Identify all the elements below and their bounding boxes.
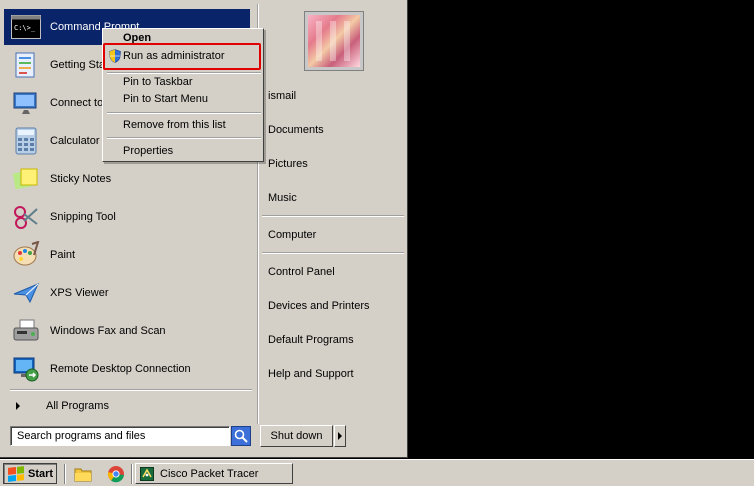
context-menu: Open Run as administrator Pin to Taskbar… (102, 28, 264, 162)
folder-icon[interactable] (74, 465, 92, 483)
place-help-support[interactable]: Help and Support (268, 368, 354, 380)
start-label: Start (28, 467, 54, 480)
menu-item-pin-to-taskbar[interactable]: Pin to Taskbar (123, 76, 193, 88)
user-picture[interactable] (304, 11, 364, 71)
menu-item-properties[interactable]: Properties (123, 145, 173, 157)
all-programs-button[interactable]: All Programs (10, 398, 250, 414)
arrow-right-icon (338, 432, 342, 440)
shutdown-button[interactable]: Shut down (260, 425, 333, 447)
command-prompt-icon: C:\>_ (10, 11, 42, 43)
program-item-fax-scan[interactable]: Windows Fax and Scan (4, 313, 250, 349)
svg-text:C:\>_: C:\>_ (14, 24, 36, 32)
place-documents[interactable]: Documents (268, 124, 324, 136)
arrow-right-icon (16, 402, 20, 410)
taskbar-item-label: Cisco Packet Tracer (160, 467, 259, 480)
menu-item-remove-from-list[interactable]: Remove from this list (123, 119, 226, 131)
program-label: Windows Fax and Scan (50, 325, 166, 337)
places-divider-1 (262, 215, 404, 217)
getting-started-icon (10, 49, 42, 81)
program-label: Snipping Tool (50, 211, 116, 223)
xps-viewer-icon (10, 277, 42, 309)
program-item-paint[interactable]: Paint (4, 237, 250, 273)
program-item-snipping-tool[interactable]: Snipping Tool (4, 199, 250, 235)
menu-item-pin-to-start-menu[interactable]: Pin to Start Menu (123, 93, 208, 105)
programs-divider (10, 389, 252, 391)
all-programs-label: All Programs (46, 400, 109, 412)
cisco-packet-tracer-icon (140, 466, 154, 481)
calculator-icon (10, 125, 42, 157)
shutdown-options-button[interactable] (334, 425, 346, 447)
uac-shield-icon (109, 49, 121, 63)
sticky-notes-icon (10, 163, 42, 195)
search-button[interactable] (231, 426, 251, 446)
paint-palette-icon (10, 239, 42, 271)
program-label: Remote Desktop Connection (50, 363, 191, 375)
fax-icon (10, 315, 42, 347)
place-music[interactable]: Music (268, 192, 297, 204)
places-divider-2 (262, 252, 404, 254)
place-user-folder[interactable]: ismail (268, 90, 296, 102)
taskbar: Start Cisco Packet Tracer (0, 459, 754, 486)
place-pictures[interactable]: Pictures (268, 158, 308, 170)
place-default-programs[interactable]: Default Programs (268, 334, 354, 346)
menu-item-run-as-administrator[interactable]: Run as administrator (123, 50, 225, 62)
windows-flag-icon (8, 465, 24, 482)
program-item-xps-viewer[interactable]: XPS Viewer (4, 275, 250, 311)
menu-separator (107, 72, 261, 74)
program-label: XPS Viewer (50, 287, 109, 299)
program-label: Sticky Notes (50, 173, 112, 185)
remote-desktop-icon (10, 353, 42, 385)
taskbar-separator (131, 464, 133, 484)
search-input[interactable]: Search programs and files (10, 426, 230, 446)
menu-separator (107, 112, 261, 114)
search-icon (234, 429, 248, 443)
start-button[interactable]: Start (3, 463, 57, 484)
menu-separator (107, 137, 261, 139)
chrome-icon[interactable] (107, 465, 125, 483)
scissors-icon (10, 201, 42, 233)
program-item-remote-desktop[interactable]: Remote Desktop Connection (4, 351, 250, 387)
program-label: Paint (50, 249, 76, 261)
taskbar-item-cisco-packet-tracer[interactable]: Cisco Packet Tracer (135, 463, 293, 484)
place-control-panel[interactable]: Control Panel (268, 266, 335, 278)
place-devices-printers[interactable]: Devices and Printers (268, 300, 370, 312)
place-computer[interactable]: Computer (268, 229, 316, 241)
projector-icon (10, 87, 42, 119)
taskbar-separator (64, 464, 66, 484)
program-label: Calculator (50, 135, 100, 147)
program-item-sticky-notes[interactable]: Sticky Notes (4, 161, 250, 197)
